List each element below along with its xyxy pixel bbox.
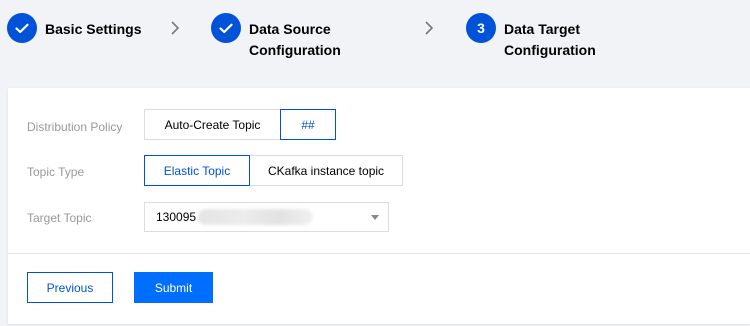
chevron-right-icon [171, 21, 180, 35]
submit-button[interactable]: Submit [134, 272, 213, 303]
check-icon [7, 13, 37, 43]
target-topic-select[interactable]: 130095 [144, 202, 389, 232]
form-panel: Distribution Policy Auto-Create Topic ##… [8, 88, 750, 324]
stepper: Basic Settings Data Source Configuration… [0, 0, 750, 88]
chevron-right-icon [425, 21, 434, 35]
step-label: Basic Settings [45, 21, 142, 37]
ckafka-instance-topic-button[interactable]: CKafka instance topic [249, 155, 403, 186]
target-topic-label: Target Topic [27, 211, 92, 225]
hash-option-button[interactable]: ## [280, 109, 336, 140]
auto-create-topic-button[interactable]: Auto-Create Topic [144, 109, 281, 140]
divider [8, 253, 750, 254]
step-label: Data Source Configuration [249, 21, 341, 58]
previous-button[interactable]: Previous [27, 272, 113, 303]
topic-type-selector: Elastic Topic CKafka instance topic [144, 155, 403, 186]
step-number-badge: 3 [466, 13, 496, 43]
caret-down-icon [371, 215, 379, 220]
step-data-source-configuration[interactable]: Data Source Configuration [211, 13, 341, 61]
elastic-topic-button[interactable]: Elastic Topic [144, 155, 250, 186]
topic-type-label: Topic Type [27, 165, 85, 179]
check-icon [211, 13, 241, 43]
step-data-target-configuration[interactable]: 3 Data Target Configuration [466, 13, 596, 61]
target-topic-value: 130095 [156, 210, 197, 224]
step-basic-settings[interactable]: Basic Settings [7, 13, 141, 43]
step-label: Data Target Configuration [504, 21, 596, 58]
distribution-policy-selector: Auto-Create Topic ## [144, 109, 336, 140]
distribution-policy-label: Distribution Policy [27, 120, 123, 134]
redacted-text [198, 209, 314, 225]
